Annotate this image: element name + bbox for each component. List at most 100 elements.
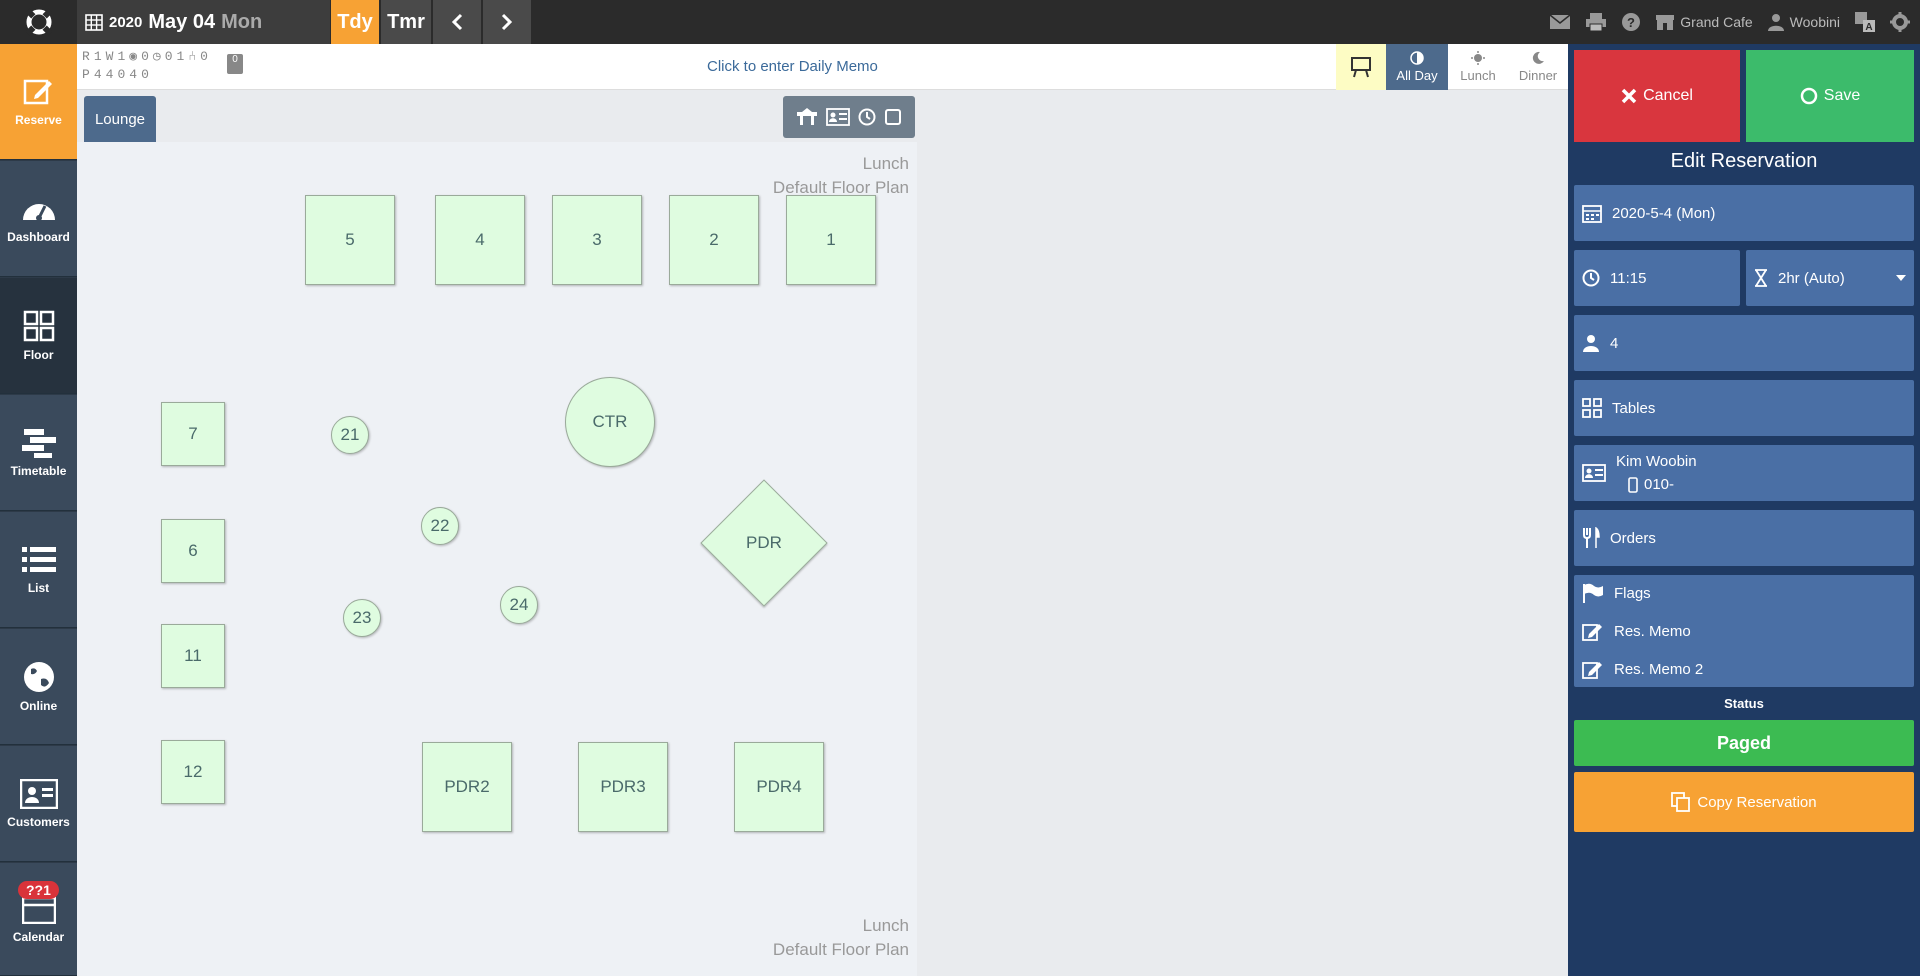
table-11[interactable]: 11 [161,624,225,688]
table-2[interactable]: 2 [669,195,759,285]
people-r: 4 [93,67,102,82]
table-label: 22 [430,516,450,535]
duration-select[interactable]: 2hr (Auto) [1746,250,1914,306]
tab-lounge[interactable]: Lounge [84,96,156,142]
view-lunch-button[interactable]: Lunch [1448,44,1508,90]
sidebar-item-floor[interactable]: Floor [0,278,77,394]
table-label: 2 [709,230,719,249]
calendar-grid-icon [85,14,103,31]
square-icon[interactable] [884,108,902,126]
sidebar-item-timetable[interactable]: Timetable [0,395,77,511]
list-icon [21,546,56,572]
customer-field[interactable]: Kim Woobin 010- [1574,445,1914,501]
user-menu[interactable]: Woobini [1767,13,1840,31]
id-card-icon[interactable] [826,108,850,126]
daily-memo-link[interactable]: Click to enter Daily Memo [707,58,878,75]
table-24[interactable]: 24 [500,586,538,624]
res-memo2-field[interactable]: Res. Memo 2 [1582,659,1703,679]
top-right-toolbar: ? Grand Cafe Woobini A [1549,0,1920,44]
table-pdr4[interactable]: PDR4 [734,742,824,832]
mail-icon[interactable] [1549,14,1571,30]
orders-field[interactable]: Orders [1574,510,1914,566]
table-label: 7 [188,424,198,443]
table-label: 23 [352,608,372,627]
view-allday-button[interactable]: All Day [1386,44,1448,90]
globe-icon [23,661,54,692]
view-dinner-button[interactable]: Dinner [1508,44,1568,90]
user-name: Woobini [1789,14,1840,30]
sidebar-item-label: Online [19,698,58,713]
caret-down-icon [1896,275,1906,281]
party-size-field[interactable]: 4 [1574,315,1914,371]
table-ctr[interactable]: CTR [565,377,655,467]
help-icon[interactable]: ? [1621,12,1641,32]
next-day-button[interactable] [483,0,531,44]
table-label: PDR3 [600,777,646,796]
store-icon [1656,15,1675,30]
save-button[interactable]: Save [1746,50,1914,142]
empty-workspace [917,90,1568,976]
table-icon[interactable] [796,108,818,126]
sidebar-item-calendar[interactable]: ??1 Calendar [0,863,77,976]
sidebar-item-dashboard[interactable]: Dashboard [0,161,77,277]
table-label: PDR [746,533,782,552]
flags-memo-group: Flags Res. Memo Res. Memo 2 [1574,575,1914,687]
close-icon [1621,88,1637,104]
globe-small-icon: ◉ [129,49,138,64]
table-12[interactable]: 12 [161,740,225,804]
table-1[interactable]: 1 [786,195,876,285]
date-selector[interactable]: 2020 May 04 Mon [77,0,330,44]
status-paged-button[interactable]: Paged [1574,720,1914,766]
table-5[interactable]: 5 [305,195,395,285]
cancel-label: Cancel [1643,87,1693,104]
table-23[interactable]: 23 [343,599,381,637]
flags-field[interactable]: Flags [1582,583,1651,603]
copy-reservation-button[interactable]: Copy Reservation [1574,772,1914,832]
clock-icon[interactable] [858,108,876,126]
table-pdr2[interactable]: PDR2 [422,742,512,832]
table-6[interactable]: 6 [161,519,225,583]
logo-icon [25,8,52,36]
duration-value: 2hr (Auto) [1778,269,1845,287]
table-label: PDR2 [444,777,490,796]
presentation-button[interactable] [1336,44,1386,90]
sidebar-item-list[interactable]: List [0,512,77,628]
id-card-icon [19,778,58,809]
sidebar-item-customers[interactable]: Customers [0,746,77,862]
table-7[interactable]: 7 [161,402,225,466]
gear-icon[interactable] [1890,12,1910,32]
customer-name: Kim Woobin [1616,453,1697,470]
id-card-icon [1582,464,1606,482]
sidebar-item-reserve[interactable]: Reserve [0,44,77,160]
table-3[interactable]: 3 [552,195,642,285]
time-field[interactable]: 11:15 [1574,250,1740,306]
table-21[interactable]: 21 [331,416,369,454]
edit-icon [1582,624,1602,641]
view-lunch-label: Lunch [1460,68,1496,83]
table-pdr3[interactable]: PDR3 [578,742,668,832]
memo-count: 0 [232,54,238,65]
table-4[interactable]: 4 [435,195,525,285]
today-button[interactable]: Tdy [331,0,379,44]
sidebar-item-online[interactable]: Online [0,629,77,745]
res-memo-field[interactable]: Res. Memo [1582,621,1691,641]
gauge-icon [22,203,55,221]
cancel-button[interactable]: Cancel [1574,50,1740,142]
info-strip: R 1 W 1 ◉ 0 ◷ 0 1 ⑃ 0 P 4 4 0 4 0 0 Clic… [77,44,1568,90]
orders-label: Orders [1610,529,1656,547]
sidebar-item-label: Floor [23,347,54,362]
restaurant-selector[interactable]: Grand Cafe [1655,13,1753,31]
tomorrow-button[interactable]: Tmr [381,0,431,44]
app-logo[interactable] [0,0,77,44]
memo-icon[interactable]: 0 [227,54,243,74]
tables-field[interactable]: Tables [1574,380,1914,436]
date-field[interactable]: 2020-5-4 (Mon) [1574,185,1914,241]
table-pdr[interactable]: PDR [700,479,828,607]
language-icon[interactable]: A [1854,11,1876,33]
print-icon[interactable] [1585,12,1607,32]
customer-phone: 010- [1644,476,1675,493]
status-heading: Status [1724,696,1764,711]
prev-day-button[interactable] [433,0,481,44]
restaurant-name: Grand Cafe [1680,14,1753,30]
table-22[interactable]: 22 [421,507,459,545]
